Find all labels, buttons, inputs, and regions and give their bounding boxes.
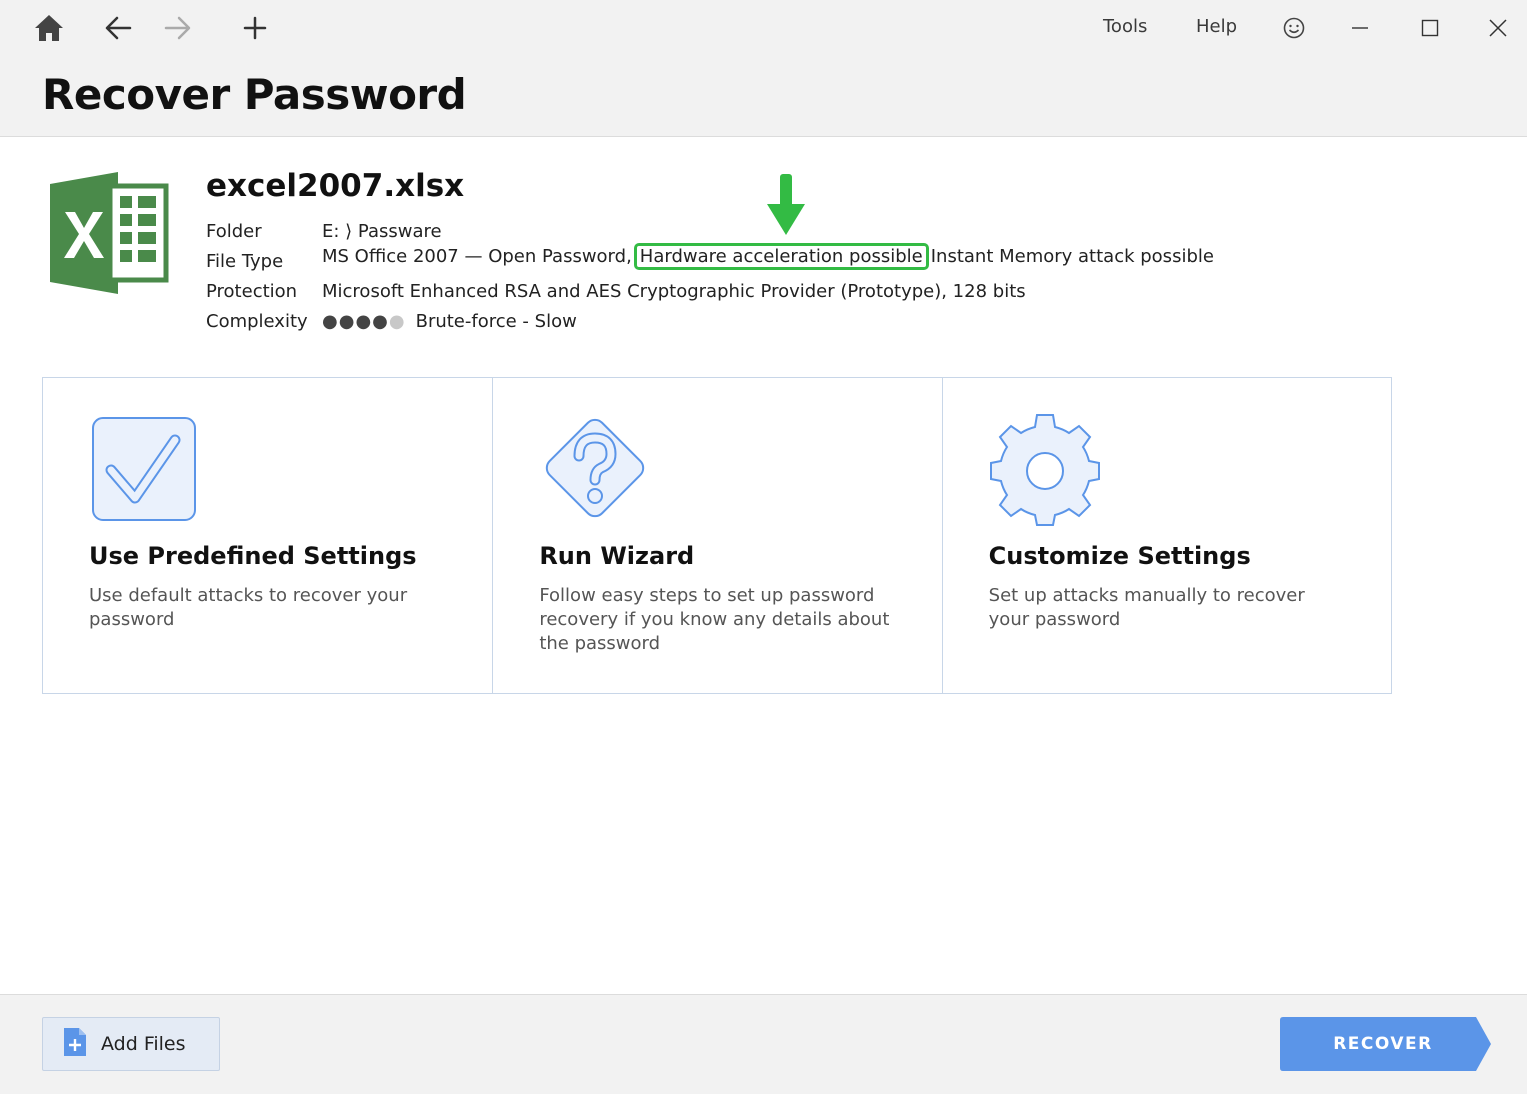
add-files-label: Add Files xyxy=(101,1033,186,1055)
file-type-rest: Instant Memory attack possible xyxy=(930,246,1214,267)
excel-file-icon xyxy=(48,172,170,298)
complexity-dot-filled: ● xyxy=(355,311,373,332)
hardware-acceleration-highlight: Hardware acceleration possible xyxy=(633,243,929,270)
menu-tools[interactable]: Tools xyxy=(1103,16,1147,37)
complexity-text: Brute-force - Slow xyxy=(415,311,577,332)
complexity-dot-filled: ● xyxy=(322,311,339,332)
card-title: Run Wizard xyxy=(539,542,695,570)
title-bar: Tools Help Recover Password xyxy=(0,0,1527,137)
card-description: Set up attacks manually to recover your … xyxy=(988,585,1305,630)
complexity-value: ●●●●● Brute-force - Slow xyxy=(322,311,577,332)
add-files-button[interactable]: Add Files xyxy=(42,1017,220,1071)
smiley-icon[interactable] xyxy=(1276,10,1312,46)
recovery-options: Use Predefined Settings Use default atta… xyxy=(42,377,1392,694)
page-title: Recover Password xyxy=(42,70,467,119)
file-name: excel2007.xlsx xyxy=(206,168,465,204)
card-description: Follow easy steps to set up password rec… xyxy=(539,585,890,654)
recover-label: RECOVER xyxy=(1333,1034,1433,1054)
complexity-dot-filled: ● xyxy=(338,311,356,332)
recover-button[interactable]: RECOVER xyxy=(1280,1017,1492,1071)
complexity-dots: ●●●●● xyxy=(322,311,406,332)
add-file-icon xyxy=(63,1027,87,1061)
annotation-arrow xyxy=(766,174,806,240)
protection-value: Microsoft Enhanced RSA and AES Cryptogra… xyxy=(322,281,1026,302)
close-icon[interactable] xyxy=(1480,10,1516,46)
file-type-value: MS Office 2007 — Open Password, Hardware … xyxy=(322,243,1214,270)
arrow-right-icon[interactable] xyxy=(160,10,196,46)
question-diamond-icon xyxy=(539,414,649,526)
minimize-icon[interactable] xyxy=(1342,10,1378,46)
arrow-left-icon[interactable] xyxy=(100,10,136,46)
complexity-dot-empty: ● xyxy=(388,311,406,332)
card-customize-settings[interactable]: Customize Settings Set up attacks manual… xyxy=(941,378,1391,693)
protection-label: Protection xyxy=(206,281,298,302)
complexity-label: Complexity xyxy=(206,311,308,332)
gear-icon xyxy=(989,414,1100,526)
bottom-bar: Add Files RECOVER xyxy=(0,994,1527,1094)
home-icon[interactable] xyxy=(31,10,67,46)
file-type-label: File Type xyxy=(206,251,284,272)
maximize-icon[interactable] xyxy=(1412,10,1448,46)
card-title: Use Predefined Settings xyxy=(89,542,417,570)
complexity-dot-filled: ● xyxy=(372,311,389,332)
checkmark-icon xyxy=(89,414,199,526)
card-run-wizard[interactable]: Run Wizard Follow easy steps to set up p… xyxy=(492,378,941,693)
plus-icon[interactable] xyxy=(237,10,273,46)
file-type-main: MS Office 2007 — Open Password, xyxy=(322,246,632,267)
folder-value: E: ⟩ Passware xyxy=(322,221,442,242)
card-predefined-settings[interactable]: Use Predefined Settings Use default atta… xyxy=(43,378,492,693)
card-title: Customize Settings xyxy=(988,542,1251,570)
menu-help[interactable]: Help xyxy=(1196,16,1237,37)
folder-label: Folder xyxy=(206,221,262,242)
card-description: Use default attacks to recover your pass… xyxy=(89,585,408,630)
